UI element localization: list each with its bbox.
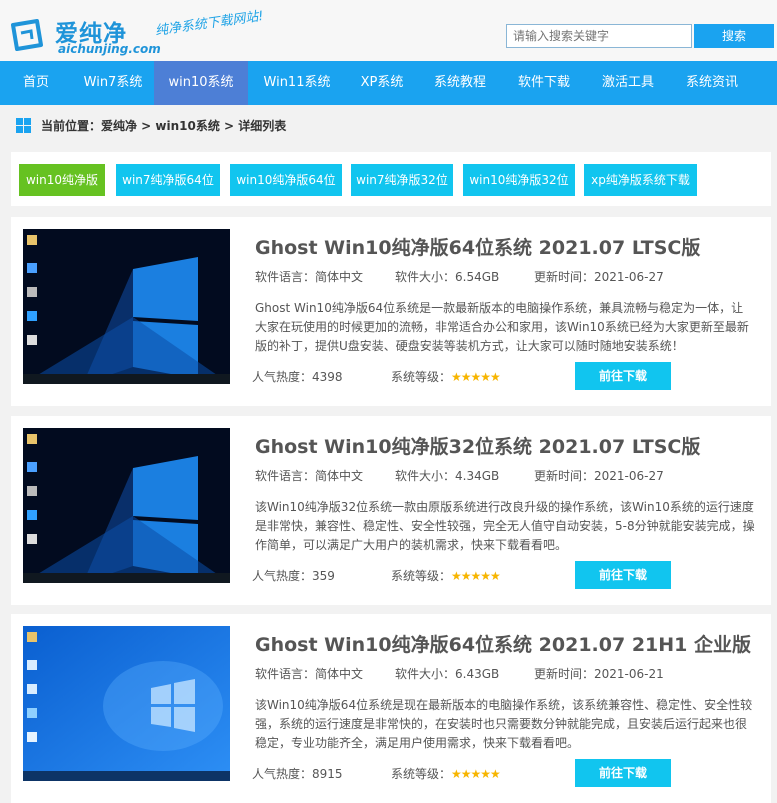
category-tags: win10纯净版 win7纯净版64位 win10纯净版64位 win7纯净版3… <box>11 152 771 206</box>
search-button[interactable]: 搜索 <box>694 24 774 48</box>
item-rating: 系统等级：★★★★★ <box>391 765 501 782</box>
site-slogan: 纯净系统下载网站! <box>154 8 265 39</box>
item-description: Ghost Win10纯净版64位系统是一款最新版本的电脑操作系统，兼具流畅与稳… <box>255 301 749 353</box>
download-button[interactable]: 前往下载 <box>575 561 671 589</box>
rating-label: 系统等级： <box>391 569 452 583</box>
item-language: 软件语言：简体中文 <box>255 270 364 284</box>
item-rating: 系统等级：★★★★★ <box>391 368 501 385</box>
nav-item-xp[interactable]: XP系统 <box>346 61 418 105</box>
item-updated: 更新时间：2021-06-21 <box>534 667 664 681</box>
download-button[interactable]: 前往下载 <box>575 759 671 787</box>
tag-win10-pure[interactable]: win10纯净版 <box>19 164 105 196</box>
item-thumbnail[interactable] <box>23 428 230 583</box>
main-nav: 首页 Win7系统 win10系统 Win11系统 XP系统 系统教程 软件下载… <box>0 61 777 105</box>
logo-domain[interactable]: aichunjing.com <box>58 42 161 56</box>
item-size: 软件大小：6.43GB <box>395 667 500 681</box>
site-header: 爱纯净 aichunjing.com 纯净系统下载网站! 搜索 <box>0 0 777 61</box>
item-title[interactable]: Ghost Win10纯净版64位系统 2021.07 21H1 企业版 <box>255 630 751 657</box>
item-description: 该Win10纯净版32位系统一款由原版系统进行改良升级的操作系统，该Win10系… <box>255 500 755 552</box>
breadcrumb-text[interactable]: 当前位置：爱纯净 > win10系统 > 详细列表 <box>41 119 286 133</box>
item-title[interactable]: Ghost Win10纯净版32位系统 2021.07 LTSC版 <box>255 432 700 459</box>
tag-win7-64[interactable]: win7纯净版64位 <box>116 164 220 196</box>
item-thumbnail[interactable] <box>23 229 230 384</box>
list-item: Ghost Win10纯净版64位系统 2021.07 LTSC版 软件语言：简… <box>11 217 771 406</box>
rating-label: 系统等级： <box>391 370 452 384</box>
item-popularity: 人气热度：8915 <box>252 767 343 781</box>
rating-stars-icon: ★★★★★ <box>451 767 501 781</box>
item-popularity: 人气热度：359 <box>252 569 335 583</box>
list-item: Ghost Win10纯净版32位系统 2021.07 LTSC版 软件语言：简… <box>11 416 771 605</box>
item-updated: 更新时间：2021-06-27 <box>534 469 664 483</box>
nav-item-win11[interactable]: Win11系统 <box>248 61 346 105</box>
nav-item-activation[interactable]: 激活工具 <box>586 61 670 105</box>
nav-item-home[interactable]: 首页 <box>0 61 72 105</box>
logo-icon[interactable] <box>9 17 45 53</box>
search-input[interactable] <box>506 24 692 48</box>
nav-item-software[interactable]: 软件下载 <box>502 61 586 105</box>
tag-xp-download[interactable]: xp纯净版系统下载 <box>584 164 697 196</box>
item-language: 软件语言：简体中文 <box>255 667 364 681</box>
nav-item-win7[interactable]: Win7系统 <box>72 61 154 105</box>
tag-win10-64[interactable]: win10纯净版64位 <box>230 164 342 196</box>
tag-win7-32[interactable]: win7纯净版32位 <box>351 164 453 196</box>
item-language: 软件语言：简体中文 <box>255 469 364 483</box>
breadcrumb: 当前位置：爱纯净 > win10系统 > 详细列表 <box>16 117 286 134</box>
item-size: 软件大小：6.54GB <box>395 270 500 284</box>
item-thumbnail[interactable] <box>23 626 230 781</box>
rating-stars-icon: ★★★★★ <box>451 569 501 583</box>
windows-logo-icon <box>16 118 31 133</box>
nav-item-tutorials[interactable]: 系统教程 <box>418 61 502 105</box>
item-description: 该Win10纯净版64位系统是现在最新版本的电脑操作系统，该系统兼容性、稳定性、… <box>255 698 753 750</box>
item-popularity: 人气热度：4398 <box>252 370 343 384</box>
item-size: 软件大小：4.34GB <box>395 469 500 483</box>
list-item: Ghost Win10纯净版64位系统 2021.07 21H1 企业版 软件语… <box>11 614 771 803</box>
download-button[interactable]: 前往下载 <box>575 362 671 390</box>
item-title[interactable]: Ghost Win10纯净版64位系统 2021.07 LTSC版 <box>255 233 700 260</box>
rating-label: 系统等级： <box>391 767 452 781</box>
nav-item-news[interactable]: 系统资讯 <box>670 61 754 105</box>
tag-win10-32[interactable]: win10纯净版32位 <box>463 164 575 196</box>
nav-item-win10[interactable]: win10系统 <box>154 61 248 105</box>
item-updated: 更新时间：2021-06-27 <box>534 270 664 284</box>
rating-stars-icon: ★★★★★ <box>451 370 501 384</box>
item-rating: 系统等级：★★★★★ <box>391 567 501 584</box>
